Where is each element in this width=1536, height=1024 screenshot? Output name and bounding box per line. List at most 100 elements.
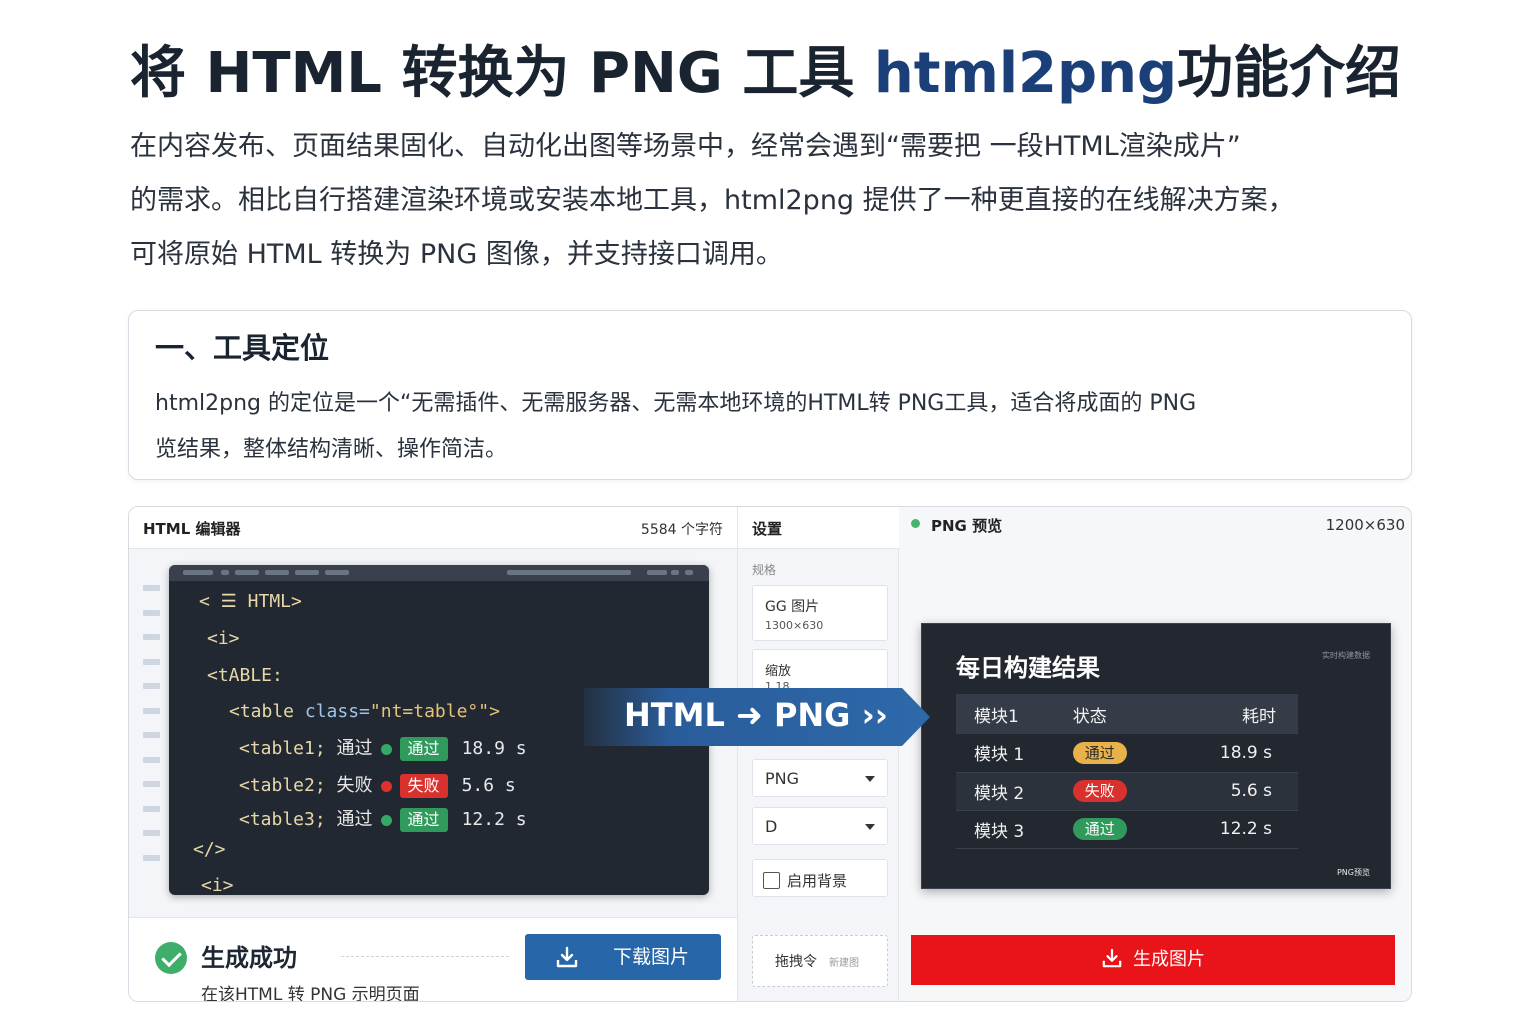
status-dot-icon xyxy=(380,743,392,755)
page-title-prefix: 将 HTML 转换为 PNG 工具 xyxy=(130,41,874,106)
code-line: <i> xyxy=(201,875,234,895)
section-body: html2png 的定位是一个“无需插件、无需服务器、无需本地环境的HTML转 … xyxy=(155,381,1395,473)
code-attr: class= xyxy=(304,701,370,722)
code-line: < ☰ HTML> xyxy=(199,591,302,612)
row-name: 模块 3 xyxy=(956,810,1055,849)
code-tag: <table3; xyxy=(239,809,337,830)
size-preset-name: GG 图片 xyxy=(765,599,820,615)
code-status-text: 通过 xyxy=(336,809,373,830)
code-time: 18.9 s xyxy=(461,738,527,759)
png-preview-image: 每日构建结果 实时构建数据 模块1 状态 耗时 模块 1 通过 18.9 s 模… xyxy=(921,623,1391,889)
scale-label: 缩放 xyxy=(765,664,792,679)
scale-option[interactable]: 缩放 1.18 xyxy=(752,649,888,693)
page-title-accent: html2png xyxy=(873,41,1178,106)
quality-value: D xyxy=(765,817,778,836)
background-toggle[interactable]: 启用背景 xyxy=(752,859,888,897)
code-line: <table class="nt=table°"> xyxy=(229,697,500,727)
intro-line-3: 可将原始 HTML 转换为 PNG 图像，并支持接口调用。 xyxy=(130,239,783,270)
row-name: 模块 2 xyxy=(956,772,1055,811)
background-label: 启用背景 xyxy=(787,872,848,890)
editor-title: HTML 编辑器 xyxy=(143,520,241,538)
char-count: 5584 个字符 xyxy=(640,522,723,538)
code-line: <table3; 通过 通过 12.2 s xyxy=(239,805,527,835)
result-footer: 生成成功 在该HTML 转 PNG 示明页面 下载图片 xyxy=(129,917,737,1001)
format-value: PNG xyxy=(765,769,800,788)
status-badge: 失败 xyxy=(1072,780,1127,802)
settings-header: 设置 xyxy=(738,507,900,549)
line-gutter xyxy=(143,585,161,879)
section-line-1: html2png 的定位是一个“无需插件、无需服务器、无需本地环境的HTML转 … xyxy=(155,391,1197,416)
settings-title: 设置 xyxy=(752,520,783,538)
chevron-down-icon xyxy=(865,824,875,830)
status-badge: 通过 xyxy=(1072,741,1127,764)
code-time: 12.2 s xyxy=(461,809,527,830)
code-status-text: 失败 xyxy=(336,775,373,796)
generate-label: 生成图片 xyxy=(1133,949,1205,970)
code-tag: <table xyxy=(229,701,305,722)
drop-zone-label: 拖拽令 xyxy=(775,954,817,970)
row-time: 18.9 s xyxy=(1158,734,1298,773)
download-icon xyxy=(1102,948,1122,968)
section-line-2: 览结果，整体结构清晰、操作简洁。 xyxy=(155,437,508,462)
status-dot-icon xyxy=(380,814,392,826)
page-title-suffix: 功能介绍 xyxy=(1177,41,1402,106)
preview-table: 模块1 状态 耗时 模块 1 通过 18.9 s 模块 2 失败 5.6 s 模… xyxy=(956,694,1298,849)
table-row: 模块 3 通过 12.2 s xyxy=(956,810,1298,849)
download-label: 下载图片 xyxy=(612,946,689,968)
table-row: 模块 1 通过 18.9 s xyxy=(956,734,1298,773)
preview-dimensions: 1200×630 xyxy=(1325,516,1405,534)
row-time: 5.6 s xyxy=(1158,772,1298,811)
code-line: <i> xyxy=(207,628,240,649)
status-dot-icon xyxy=(911,519,920,528)
demo-panel: HTML 编辑器 5584 个字符 < ☰ HTML> <i> <tABLE: … xyxy=(128,506,1412,1002)
column-header: 状态 xyxy=(1054,694,1159,734)
status-pass-badge: 通过 xyxy=(399,808,448,832)
code-status-text: 通过 xyxy=(336,738,373,759)
code-tag: <table2; xyxy=(239,775,337,796)
intro-paragraph: 在内容发布、页面结果固化、自动化出图等场景中，经常会遇到“需要把 一段HTML渲… xyxy=(130,120,1420,282)
code-time: 5.6 s xyxy=(461,775,516,796)
chevron-down-icon xyxy=(865,776,875,782)
background-checkbox[interactable] xyxy=(763,872,780,889)
size-label: 规格 xyxy=(752,563,777,577)
preview-card-title: 每日构建结果 xyxy=(956,654,1100,682)
code-value: "nt=table°"> xyxy=(369,701,500,722)
format-select[interactable]: PNG xyxy=(752,759,888,797)
column-header: 模块1 xyxy=(956,694,1055,734)
quality-select[interactable]: D xyxy=(752,807,888,845)
intro-line-1: 在内容发布、页面结果固化、自动化出图等场景中，经常会遇到“需要把 一段HTML渲… xyxy=(130,131,1241,162)
intro-line-2: 的需求。相比自行搭建渲染环境或安装本地工具，html2png 提供了一种更直接的… xyxy=(130,185,1295,216)
table-row: 模块 2 失败 5.6 s xyxy=(956,772,1298,811)
divider xyxy=(341,956,509,957)
settings-pane: 设置 规格 GG 图片 1300×630 缩放 1.18 PNG D 启用背景 … xyxy=(737,507,900,1001)
result-title: 生成成功 xyxy=(201,944,297,972)
preview-header: PNG 预览 1200×630 xyxy=(899,507,1411,547)
banner-text: HTML ➜ PNG ›› xyxy=(624,696,888,734)
status-badge: 通过 xyxy=(1072,818,1127,840)
size-preset-dimensions: 1300×630 xyxy=(765,619,824,632)
code-line: <tABLE: xyxy=(207,665,283,686)
download-button[interactable]: 下载图片 xyxy=(525,934,721,980)
positioning-card: 一、工具定位 html2png 的定位是一个“无需插件、无需服务器、无需本地环境… xyxy=(128,310,1412,480)
preview-brand: PNG预览 xyxy=(1336,868,1370,877)
drop-zone[interactable]: 拖拽令 新建图 xyxy=(752,935,888,987)
row-time: 12.2 s xyxy=(1158,810,1298,849)
section-heading: 一、工具定位 xyxy=(155,331,330,365)
page-title: 将 HTML 转换为 PNG 工具 html2png功能介绍 xyxy=(130,28,1401,109)
preview-pane: PNG 预览 1200×630 每日构建结果 实时构建数据 模块1 状态 耗时 … xyxy=(899,507,1411,1001)
status-dot-icon xyxy=(380,780,392,792)
editor-topbar xyxy=(169,565,709,581)
generate-button[interactable]: 生成图片 xyxy=(911,935,1395,985)
code-line: </> xyxy=(193,839,226,860)
table-header-row: 模块1 状态 耗时 xyxy=(956,694,1298,734)
conversion-arrow-banner: HTML ➜ PNG ›› xyxy=(584,688,932,746)
preview-tag: 实时构建数据 xyxy=(1322,651,1370,660)
row-name: 模块 1 xyxy=(956,734,1055,773)
editor-pane: HTML 编辑器 5584 个字符 < ☰ HTML> <i> <tABLE: … xyxy=(129,507,737,1001)
editor-header: HTML 编辑器 5584 个字符 xyxy=(129,507,737,549)
code-line: <table2; 失败 失败 5.6 s xyxy=(239,771,516,801)
success-check-icon xyxy=(155,942,187,974)
download-icon xyxy=(556,946,578,968)
size-preset-option[interactable]: GG 图片 1300×630 xyxy=(752,585,888,641)
status-pass-badge: 通过 xyxy=(399,737,448,761)
